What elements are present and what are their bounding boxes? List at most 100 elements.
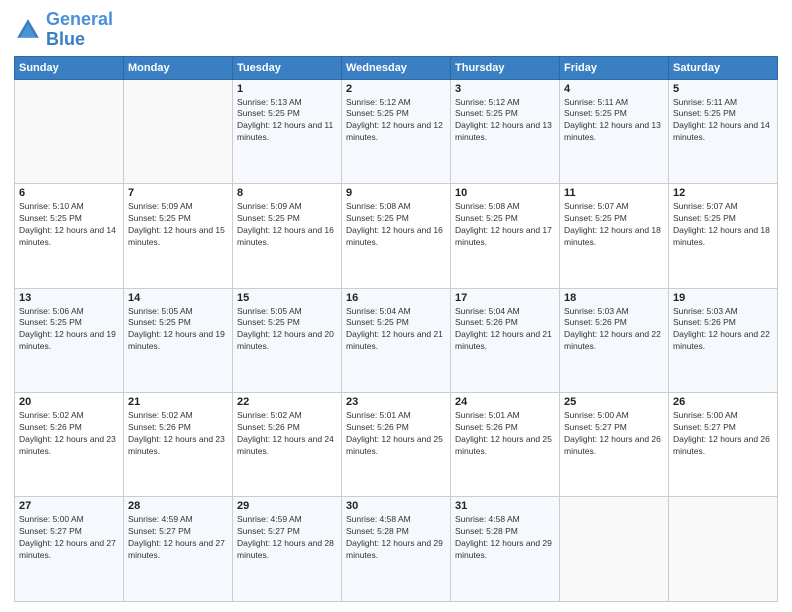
calendar-cell: 12 Sunrise: 5:07 AM Sunset: 5:25 PM Dayli… — [669, 184, 778, 288]
day-number: 17 — [455, 292, 555, 304]
weekday-friday: Friday — [560, 56, 669, 79]
day-number: 16 — [346, 292, 446, 304]
weekday-monday: Monday — [124, 56, 233, 79]
calendar-cell: 21Sunrise: 5:02 AM Sunset: 5:26 PM Dayli… — [124, 393, 233, 497]
calendar-cell: 11 Sunrise: 5:07 AM Sunset: 5:25 PM Dayli… — [560, 184, 669, 288]
day-number: 31 — [455, 500, 555, 512]
day-info: Sunrise: 5:04 AM Sunset: 5:25 PM Dayligh… — [346, 306, 446, 354]
day-number: 12 — [673, 187, 773, 199]
calendar-cell: 17 Sunrise: 5:04 AM Sunset: 5:26 PM Dayli… — [451, 288, 560, 392]
calendar-week-2: 6 Sunrise: 5:10 AM Sunset: 5:25 PM Daylig… — [15, 184, 778, 288]
day-info: Sunrise: 5:06 AM Sunset: 5:25 PM Dayligh… — [19, 306, 119, 354]
day-info: Sunrise: 5:08 AM Sunset: 5:25 PM Dayligh… — [455, 201, 555, 249]
calendar-cell: 15Sunrise: 5:05 AM Sunset: 5:25 PM Dayli… — [233, 288, 342, 392]
day-number: 30 — [346, 500, 446, 512]
calendar-cell: 4 Sunrise: 5:11 AM Sunset: 5:25 PM Daylig… — [560, 79, 669, 183]
day-info: Sunrise: 5:08 AM Sunset: 5:25 PM Dayligh… — [346, 201, 446, 249]
day-info: Sunrise: 4:59 AM Sunset: 5:27 PM Dayligh… — [237, 514, 337, 562]
day-number: 2 — [346, 83, 446, 95]
day-number: 27 — [19, 500, 119, 512]
day-number: 22 — [237, 396, 337, 408]
calendar-table: SundayMondayTuesdayWednesdayThursdayFrid… — [14, 56, 778, 602]
day-number: 15 — [237, 292, 337, 304]
day-info: Sunrise: 5:04 AM Sunset: 5:26 PM Dayligh… — [455, 306, 555, 354]
day-info: Sunrise: 5:07 AM Sunset: 5:25 PM Dayligh… — [673, 201, 773, 249]
day-info: Sunrise: 5:03 AM Sunset: 5:26 PM Dayligh… — [564, 306, 664, 354]
logo: General Blue — [14, 10, 113, 50]
calendar-cell: 13 Sunrise: 5:06 AM Sunset: 5:25 PM Dayli… — [15, 288, 124, 392]
day-number: 23 — [346, 396, 446, 408]
day-info: Sunrise: 5:12 AM Sunset: 5:25 PM Dayligh… — [455, 97, 555, 145]
day-number: 7 — [128, 187, 228, 199]
calendar-cell: 25 Sunrise: 5:00 AM Sunset: 5:27 PM Dayli… — [560, 393, 669, 497]
day-info: Sunrise: 4:59 AM Sunset: 5:27 PM Dayligh… — [128, 514, 228, 562]
calendar-cell: 19 Sunrise: 5:03 AM Sunset: 5:26 PM Dayli… — [669, 288, 778, 392]
weekday-thursday: Thursday — [451, 56, 560, 79]
calendar-cell: 26 Sunrise: 5:00 AM Sunset: 5:27 PM Dayli… — [669, 393, 778, 497]
calendar-cell: 30 Sunrise: 4:58 AM Sunset: 5:28 PM Dayli… — [342, 497, 451, 602]
day-info: Sunrise: 5:09 AM Sunset: 5:25 PM Dayligh… — [237, 201, 337, 249]
day-number: 3 — [455, 83, 555, 95]
weekday-saturday: Saturday — [669, 56, 778, 79]
day-number: 26 — [673, 396, 773, 408]
calendar-cell: 29 Sunrise: 4:59 AM Sunset: 5:27 PM Dayli… — [233, 497, 342, 602]
day-number: 20 — [19, 396, 119, 408]
calendar-cell: 7 Sunrise: 5:09 AM Sunset: 5:25 PM Daylig… — [124, 184, 233, 288]
day-number: 5 — [673, 83, 773, 95]
weekday-wednesday: Wednesday — [342, 56, 451, 79]
day-info: Sunrise: 5:01 AM Sunset: 5:26 PM Dayligh… — [455, 410, 555, 458]
logo-icon — [14, 16, 42, 44]
header: General Blue — [14, 10, 778, 50]
day-number: 18 — [564, 292, 664, 304]
calendar-cell: 20 Sunrise: 5:02 AM Sunset: 5:26 PM Dayli… — [15, 393, 124, 497]
day-info: Sunrise: 5:02 AM Sunset: 5:26 PM Dayligh… — [19, 410, 119, 458]
day-info: Sunrise: 5:01 AM Sunset: 5:26 PM Dayligh… — [346, 410, 446, 458]
day-info: Sunrise: 5:00 AM Sunset: 5:27 PM Dayligh… — [564, 410, 664, 458]
page: General Blue SundayMondayTuesdayWednesda… — [0, 0, 792, 612]
calendar-cell: 16 Sunrise: 5:04 AM Sunset: 5:25 PM Dayli… — [342, 288, 451, 392]
calendar-cell: 10 Sunrise: 5:08 AM Sunset: 5:25 PM Dayli… — [451, 184, 560, 288]
calendar-week-5: 27 Sunrise: 5:00 AM Sunset: 5:27 PM Dayli… — [15, 497, 778, 602]
calendar-cell: 6 Sunrise: 5:10 AM Sunset: 5:25 PM Daylig… — [15, 184, 124, 288]
day-number: 25 — [564, 396, 664, 408]
weekday-header-row: SundayMondayTuesdayWednesdayThursdayFrid… — [15, 56, 778, 79]
day-info: Sunrise: 5:09 AM Sunset: 5:25 PM Dayligh… — [128, 201, 228, 249]
day-number: 10 — [455, 187, 555, 199]
day-number: 19 — [673, 292, 773, 304]
day-number: 28 — [128, 500, 228, 512]
day-info: Sunrise: 4:58 AM Sunset: 5:28 PM Dayligh… — [346, 514, 446, 562]
calendar-cell: 5 Sunrise: 5:11 AM Sunset: 5:25 PM Daylig… — [669, 79, 778, 183]
day-number: 29 — [237, 500, 337, 512]
calendar-cell: 8Sunrise: 5:09 AM Sunset: 5:25 PM Daylig… — [233, 184, 342, 288]
calendar-cell: 24 Sunrise: 5:01 AM Sunset: 5:26 PM Dayli… — [451, 393, 560, 497]
calendar-cell — [560, 497, 669, 602]
day-info: Sunrise: 5:03 AM Sunset: 5:26 PM Dayligh… — [673, 306, 773, 354]
day-number: 24 — [455, 396, 555, 408]
day-number: 21 — [128, 396, 228, 408]
calendar-cell: 18 Sunrise: 5:03 AM Sunset: 5:26 PM Dayli… — [560, 288, 669, 392]
day-info: Sunrise: 5:11 AM Sunset: 5:25 PM Dayligh… — [673, 97, 773, 145]
logo-text: General Blue — [46, 10, 113, 50]
day-info: Sunrise: 5:12 AM Sunset: 5:25 PM Dayligh… — [346, 97, 446, 145]
day-info: Sunrise: 5:13 AM Sunset: 5:25 PM Dayligh… — [237, 97, 337, 145]
day-number: 11 — [564, 187, 664, 199]
calendar-cell — [124, 79, 233, 183]
day-info: Sunrise: 5:02 AM Sunset: 5:26 PM Dayligh… — [237, 410, 337, 458]
calendar-cell: 1Sunrise: 5:13 AM Sunset: 5:25 PM Daylig… — [233, 79, 342, 183]
calendar-cell: 28 Sunrise: 4:59 AM Sunset: 5:27 PM Dayli… — [124, 497, 233, 602]
day-info: Sunrise: 5:00 AM Sunset: 5:27 PM Dayligh… — [673, 410, 773, 458]
day-number: 13 — [19, 292, 119, 304]
calendar-cell: 9Sunrise: 5:08 AM Sunset: 5:25 PM Daylig… — [342, 184, 451, 288]
calendar-cell — [669, 497, 778, 602]
calendar-week-1: 1Sunrise: 5:13 AM Sunset: 5:25 PM Daylig… — [15, 79, 778, 183]
day-info: Sunrise: 5:11 AM Sunset: 5:25 PM Dayligh… — [564, 97, 664, 145]
day-info: Sunrise: 5:05 AM Sunset: 5:25 PM Dayligh… — [128, 306, 228, 354]
calendar-cell: 23 Sunrise: 5:01 AM Sunset: 5:26 PM Dayli… — [342, 393, 451, 497]
day-info: Sunrise: 5:07 AM Sunset: 5:25 PM Dayligh… — [564, 201, 664, 249]
weekday-tuesday: Tuesday — [233, 56, 342, 79]
calendar-cell — [15, 79, 124, 183]
day-number: 6 — [19, 187, 119, 199]
day-info: Sunrise: 5:10 AM Sunset: 5:25 PM Dayligh… — [19, 201, 119, 249]
day-info: Sunrise: 5:00 AM Sunset: 5:27 PM Dayligh… — [19, 514, 119, 562]
day-number: 4 — [564, 83, 664, 95]
